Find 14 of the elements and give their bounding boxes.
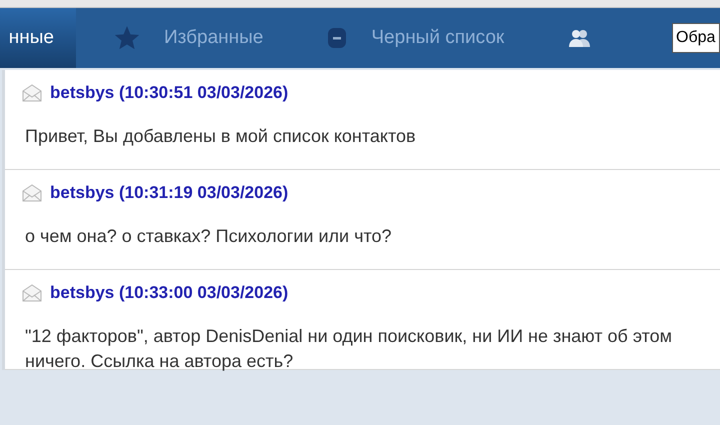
star-icon [114, 25, 140, 51]
message-header: betsbys (10:33:00 03/03/2026) [50, 282, 288, 304]
message-text: Привет, Вы добавлены в мой список контактов [24, 124, 417, 148]
message-header: betsbys (10:31:19 03/03/2026) [50, 182, 288, 204]
tab[interactable]: нные [0, 8, 76, 68]
message-text: "12 факторов", автор DenisDenial ни один поисковик, ни ИИ не знают об этом ничего. Ссылка на автора есть? [24, 324, 674, 373]
people-icon [568, 28, 592, 48]
envelope-icon [22, 284, 42, 302]
message-header: betsbys (10:30:51 03/03/2026) [50, 82, 288, 104]
envelope-icon [22, 84, 42, 102]
minus-icon [327, 27, 348, 49]
message-text: о чем она? о ставках? Психологии или что? [24, 224, 393, 248]
envelope-icon [22, 184, 42, 202]
search-field[interactable]: Обра [672, 23, 720, 53]
